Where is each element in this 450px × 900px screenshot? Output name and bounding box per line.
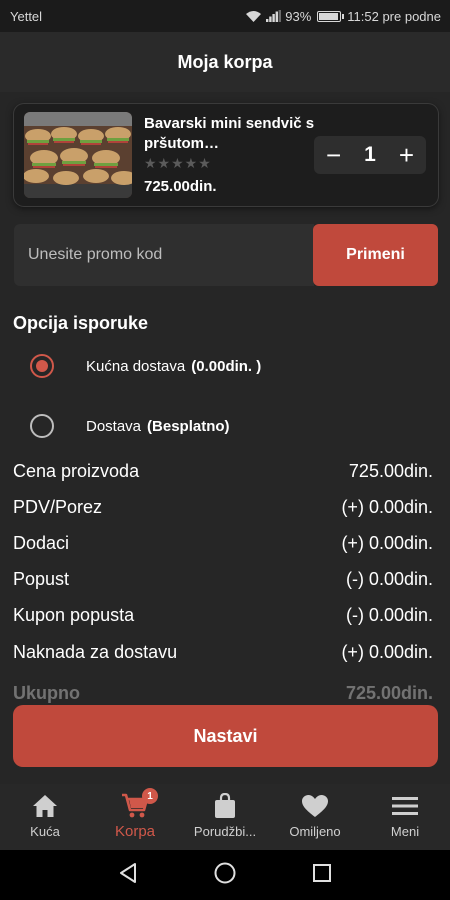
clock: 11:52 pre podne [347,8,441,24]
summary-label: Popust [13,569,70,590]
summary-label: PDV/Porez [13,496,103,517]
summary-row-discount: Popust (-) 0.00din. [13,562,433,598]
summary-row-delivery-fee: Naknada za dostavu (+) 0.00din. [13,634,433,670]
status-icons: 93% 11:52 pre podne [245,9,441,24]
system-navigation-bar [0,850,450,900]
summary-value: (-) 0.00din. [345,569,433,590]
recents-icon[interactable] [312,863,332,888]
promo-code-input[interactable] [14,224,314,286]
delivery-option-home[interactable]: Kućna dostava (0.00din. ) [30,351,261,381]
heart-icon [301,792,329,820]
nav-label: Omiljeno [289,824,341,839]
menu-icon [392,792,418,820]
delivery-option-standard[interactable]: Dostava (Besplatno) [30,411,230,441]
carrier-name: Yettel [10,8,43,24]
summary-row-tax: PDV/Porez (+) 0.00din. [13,489,433,525]
rating-stars: ★★★★★ [144,155,212,171]
shopping-bag-icon [214,792,236,820]
increase-quantity-button[interactable]: + [399,142,414,168]
summary-value: (+) 0.00din. [341,641,433,662]
continue-button[interactable]: Nastavi [13,705,438,767]
summary-row-product-price: Cena proizvoda 725.00din. [13,453,433,489]
cart-count-badge: 1 [142,788,158,804]
radio-unselected[interactable] [30,414,54,438]
status-bar: Yettel 93% 11:52 pre podne [0,0,450,32]
product-image [24,112,132,198]
summary-total-label: Ukupno [13,683,80,703]
nav-label: Meni [390,824,420,839]
nav-item-menu[interactable]: Meni [360,792,450,839]
apply-promo-button[interactable]: Primeni [313,224,438,286]
summary-value: (+) 0.00din. [341,532,433,553]
nav-label: Porudžbi... [193,824,257,839]
product-price: 725.00din. [144,178,217,195]
summary-total-value: 725.00din. [345,683,433,703]
delivery-option-label: Dostava [86,417,142,435]
nav-label: Korpa [114,823,156,840]
wifi-icon [245,10,262,23]
nav-item-favorites[interactable]: Omiljeno [270,792,360,839]
price-summary: Cena proizvoda 725.00din. PDV/Porez (+) … [13,453,433,670]
summary-label: Kupon popusta [13,605,135,626]
nav-item-home[interactable]: Kuća [0,792,90,839]
home-icon [32,792,58,820]
nav-label: Kuća [30,824,60,839]
summary-row-extras: Dodaci (+) 0.00din. [13,525,433,561]
signal-icon [266,10,282,22]
delivery-options-title: Opcija isporuke [13,313,149,333]
decrease-quantity-button[interactable]: − [326,142,341,168]
summary-label: Naknada za dostavu [13,641,178,662]
quantity-stepper: − 1 + [314,136,426,174]
summary-value: (+) 0.00din. [341,496,433,517]
nav-item-cart[interactable]: 1 Korpa [90,788,180,840]
battery-icon [317,10,345,22]
cart-item-card[interactable]: Bavarski mini sendvič s pršutom… ★★★★★ 7… [14,104,438,206]
back-icon[interactable] [118,862,138,889]
radio-selected[interactable] [30,354,54,378]
bottom-navigation: Kuća 1 Korpa Porudžbi... Omiljeno Meni [0,784,450,850]
delivery-option-price: (Besplatno) [147,417,230,435]
nav-item-orders[interactable]: Porudžbi... [180,792,270,839]
summary-row-coupon: Kupon popusta (-) 0.00din. [13,598,433,634]
home-circle-icon[interactable] [213,861,237,890]
delivery-option-price: (0.00din. ) [191,357,262,375]
battery-level [319,12,338,20]
summary-row-total: Ukupno 725.00din. [13,683,433,703]
summary-value: (-) 0.00din. [345,605,433,626]
summary-label: Dodaci [13,532,70,553]
summary-label: Cena proizvoda [13,460,140,481]
battery-percent: 93% [285,8,312,24]
delivery-option-label: Kućna dostava [86,357,186,375]
summary-value: 725.00din. [348,460,433,481]
quantity-value: 1 [364,143,376,166]
page-title: Moja korpa [177,51,273,72]
app-header: Moja korpa [0,32,450,92]
product-name[interactable]: Bavarski mini sendvič s pršutom… [144,114,320,154]
